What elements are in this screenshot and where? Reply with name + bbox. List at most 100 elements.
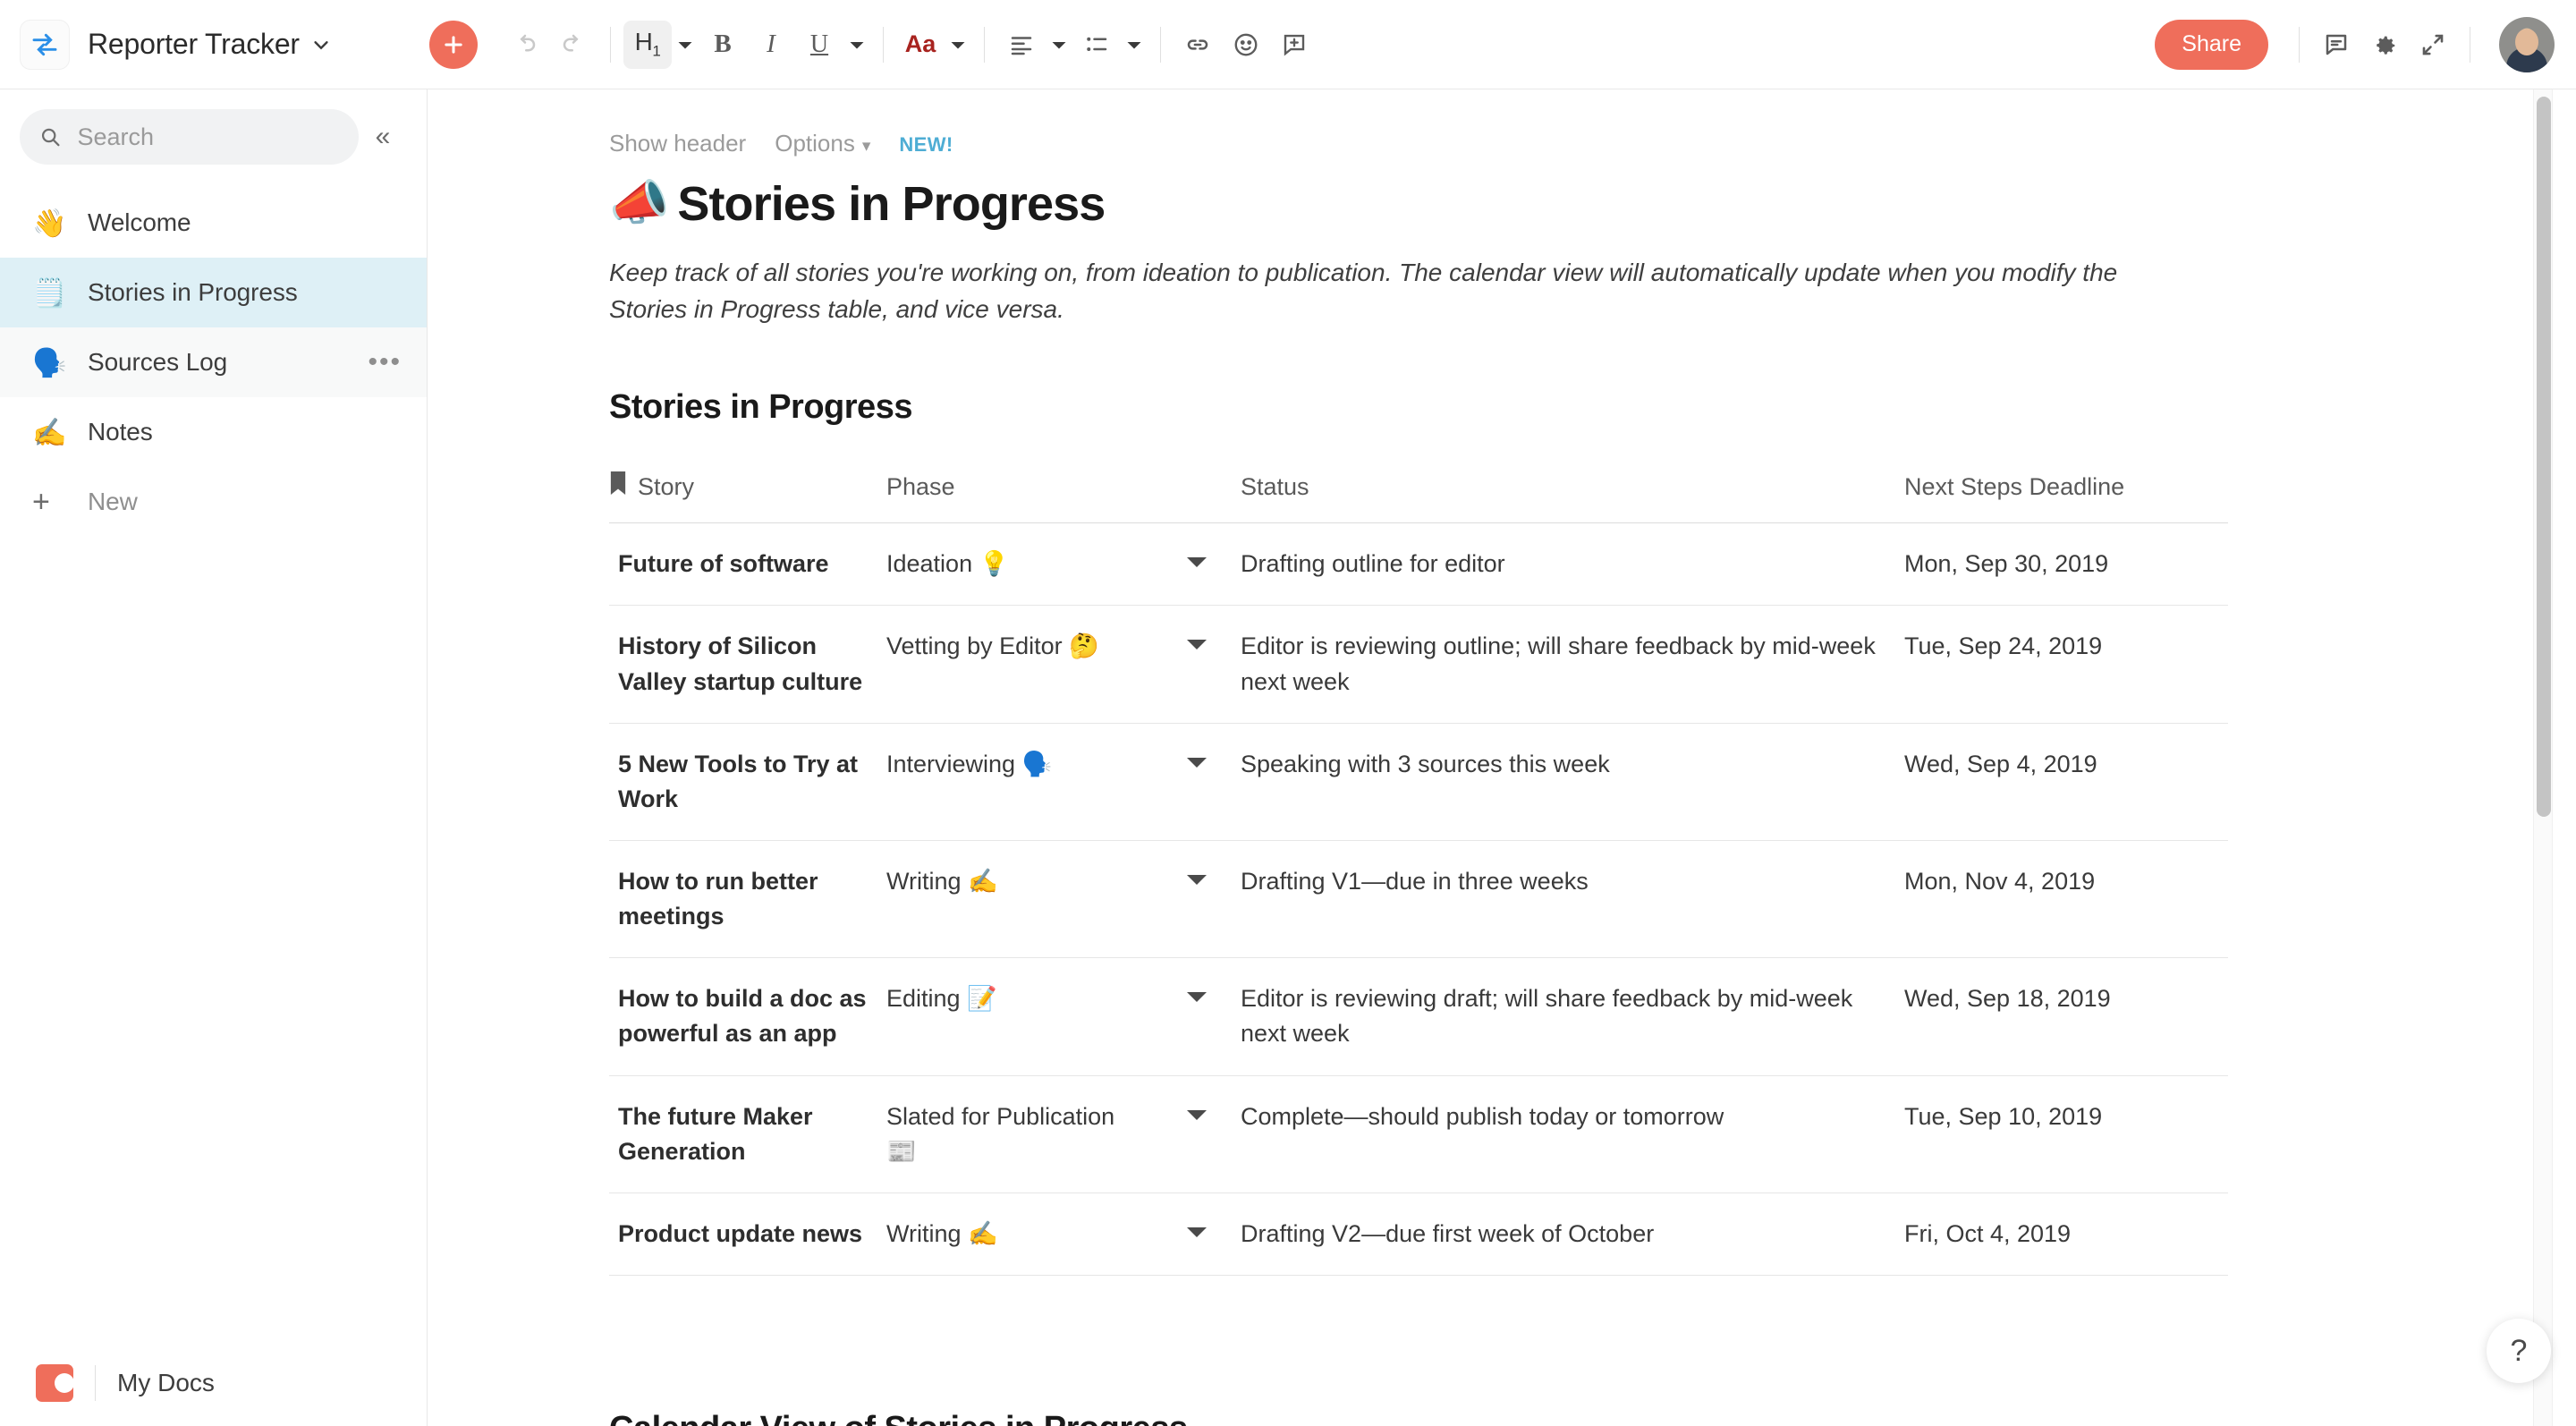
phase-dropdown-caret-icon[interactable] — [1153, 724, 1241, 840]
phase-dropdown-caret-icon[interactable] — [1153, 841, 1241, 957]
collapse-sidebar-button[interactable]: « — [359, 113, 407, 161]
toolbar-divider — [984, 26, 985, 63]
font-label: Aa — [904, 30, 936, 57]
align-dropdown-caret-icon[interactable] — [1046, 21, 1072, 69]
sidebar-item-label: Sources Log — [88, 348, 228, 376]
document-body: Show header Options ▾ NEW! 📣 Stories in P… — [428, 89, 2468, 1426]
table-row[interactable]: The future Maker Generation Slated for P… — [609, 1076, 2228, 1193]
cell-phase[interactable]: Editing 📝 — [886, 958, 1153, 1074]
bold-button[interactable]: B — [699, 21, 747, 69]
share-button[interactable]: Share — [2155, 19, 2268, 70]
formatting-toolbar: H1 B I U Aa — [429, 20, 2155, 69]
cell-phase[interactable]: Writing ✍️ — [886, 841, 1153, 957]
heading-1-button[interactable]: H1 — [623, 20, 672, 69]
underline-button[interactable]: U — [795, 21, 843, 69]
toolbar-right: Share — [2155, 16, 2576, 72]
font-dropdown-caret-icon[interactable] — [945, 21, 971, 69]
cell-story: History of Silicon Valley startup cultur… — [618, 632, 863, 695]
sidebar-item-label: Welcome — [88, 208, 191, 236]
phase-dropdown-caret-icon[interactable] — [1153, 606, 1241, 722]
font-color-button[interactable]: Aa — [896, 21, 945, 69]
options-button[interactable]: Options ▾ — [775, 130, 870, 157]
column-header-deadline[interactable]: Next Steps Deadline — [1904, 457, 2228, 522]
cell-story: Product update news — [618, 1219, 863, 1247]
underline-label: U — [809, 30, 829, 58]
speaking-head-icon: 🗣️ — [32, 346, 67, 378]
show-header-button[interactable]: Show header — [609, 130, 746, 157]
cell-story: How to build a doc as powerful as an app — [618, 985, 867, 1048]
swap-arrows-icon[interactable] — [20, 19, 70, 70]
cell-phase[interactable]: Vetting by Editor 🤔 — [886, 606, 1153, 722]
list-dropdown-caret-icon[interactable] — [1121, 21, 1148, 69]
cell-phase[interactable]: Slated for Publication 📰 — [886, 1076, 1153, 1193]
cell-deadline: Tue, Sep 24, 2019 — [1904, 632, 2103, 660]
bookmark-icon — [609, 470, 627, 505]
italic-button[interactable]: I — [747, 21, 795, 69]
italic-label: I — [767, 30, 775, 58]
scroll-icon: 🗒️ — [32, 276, 67, 309]
toolbar-divider — [2299, 26, 2300, 63]
phase-dropdown-caret-icon[interactable] — [1153, 1076, 1241, 1193]
sidebar-item-stories-in-progress[interactable]: 🗒️ Stories in Progress — [0, 258, 427, 327]
sidebar-item-notes[interactable]: ✍️ Notes — [0, 397, 427, 467]
search-input[interactable] — [77, 123, 339, 151]
doc-title[interactable]: Reporter Tracker — [88, 28, 300, 61]
sidebar-new-label: New — [88, 488, 138, 515]
writing-hand-icon: ✍️ — [32, 416, 67, 448]
top-toolbar: Reporter Tracker H1 B I U Aa Share — [0, 0, 2576, 89]
undo-icon[interactable] — [501, 21, 549, 69]
column-header-story[interactable]: Story — [609, 457, 886, 522]
cell-deadline: Mon, Nov 4, 2019 — [1904, 868, 2096, 895]
cell-status: Speaking with 3 sources this week — [1241, 750, 1610, 777]
vertical-scrollbar-thumb[interactable] — [2537, 97, 2551, 817]
column-header-phase[interactable]: Phase — [886, 457, 1153, 522]
table-row[interactable]: Product update news Writing ✍️ Drafting … — [609, 1193, 2228, 1277]
plus-icon: + — [32, 485, 50, 519]
chevron-down-icon[interactable] — [311, 35, 331, 55]
text-style-dropdown-caret-icon[interactable] — [843, 21, 870, 69]
redo-icon[interactable] — [549, 21, 597, 69]
column-header-label: Story — [638, 473, 695, 501]
stories-table: Story Phase Status Next Steps Deadline F… — [609, 457, 2228, 1277]
avatar[interactable] — [2499, 16, 2555, 72]
vertical-scrollbar-track[interactable] — [2533, 89, 2553, 1426]
cell-status: Complete—should publish today or tomorro… — [1241, 1102, 1724, 1130]
wave-icon: 👋 — [32, 207, 67, 239]
cell-phase[interactable]: Interviewing 🗣️ — [886, 724, 1153, 840]
column-header-status[interactable]: Status — [1241, 457, 1904, 522]
add-block-button[interactable] — [429, 20, 478, 69]
sidebar-item-overflow-menu-icon[interactable]: ••• — [368, 349, 402, 376]
table-row[interactable]: Future of software Ideation 💡 Drafting o… — [609, 523, 2228, 607]
my-docs-link[interactable]: My Docs — [0, 1340, 428, 1426]
align-left-icon[interactable] — [997, 21, 1046, 69]
heading-sub: 1 — [652, 42, 661, 60]
table-row[interactable]: How to build a doc as powerful as an app… — [609, 958, 2228, 1076]
cell-status: Drafting V1—due in three weeks — [1241, 868, 1589, 895]
options-label: Options — [775, 130, 855, 157]
help-button[interactable]: ? — [2487, 1319, 2551, 1383]
table-row[interactable]: History of Silicon Valley startup cultur… — [609, 606, 2228, 724]
toolbar-divider — [883, 26, 884, 63]
sidebar-item-welcome[interactable]: 👋 Welcome — [0, 188, 427, 258]
phase-dropdown-caret-icon[interactable] — [1153, 1193, 1241, 1275]
phase-dropdown-caret-icon[interactable] — [1153, 958, 1241, 1074]
table-row[interactable]: How to run better meetings Writing ✍️ Dr… — [609, 841, 2228, 959]
new-badge: NEW! — [899, 133, 953, 156]
link-icon[interactable] — [1174, 21, 1222, 69]
cell-phase[interactable]: Ideation 💡 — [886, 523, 1153, 605]
table-row[interactable]: 5 New Tools to Try at Work Interviewing … — [609, 724, 2228, 842]
search-input-wrapper[interactable] — [20, 109, 359, 165]
bulleted-list-icon[interactable] — [1072, 21, 1121, 69]
sidebar-item-sources-log[interactable]: 🗣️ Sources Log ••• — [0, 327, 427, 397]
emoji-icon[interactable] — [1222, 21, 1270, 69]
add-comment-icon[interactable] — [1270, 21, 1318, 69]
heading-dropdown-caret-icon[interactable] — [672, 21, 699, 69]
divider — [95, 1365, 96, 1401]
phase-dropdown-caret-icon[interactable] — [1153, 523, 1241, 605]
cell-phase[interactable]: Writing ✍️ — [886, 1193, 1153, 1275]
comment-icon[interactable] — [2312, 21, 2360, 69]
sidebar-new-page-button[interactable]: + New — [0, 467, 427, 537]
gear-icon[interactable] — [2360, 21, 2409, 69]
page-title-text: Stories in Progress — [677, 176, 1106, 231]
expand-icon[interactable] — [2409, 21, 2457, 69]
